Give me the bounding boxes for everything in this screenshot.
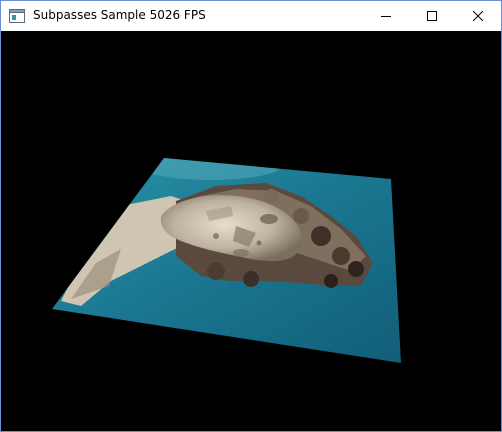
maximize-icon [427, 11, 437, 21]
app-window: Subpasses Sample 5026 FPS [0, 0, 502, 432]
minimize-icon [381, 16, 391, 17]
maximize-button[interactable] [409, 1, 455, 31]
close-icon [473, 11, 483, 21]
window-title: Subpasses Sample 5026 FPS [33, 8, 206, 22]
minimize-button[interactable] [363, 1, 409, 31]
title-bar[interactable]: Subpasses Sample 5026 FPS [1, 1, 501, 31]
app-window-icon [9, 9, 25, 23]
close-button[interactable] [455, 1, 501, 31]
render-viewport[interactable] [1, 31, 501, 431]
rendered-quad [52, 158, 401, 363]
